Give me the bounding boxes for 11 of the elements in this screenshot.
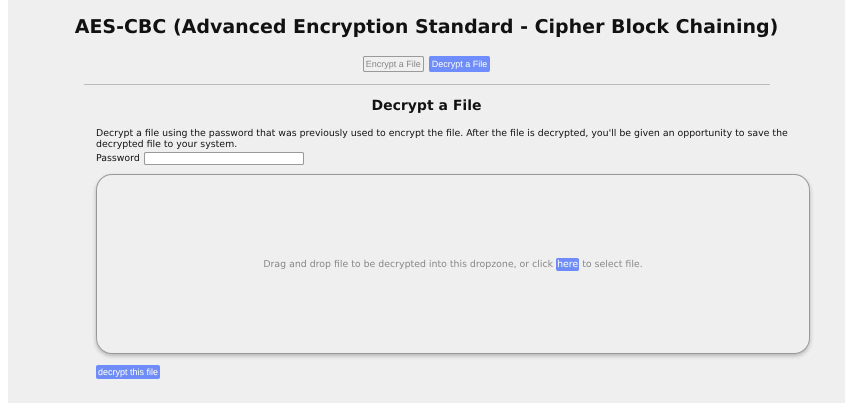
tab[interactable]: Encrypt a File <box>362 56 424 72</box>
decrypt-button[interactable]: decrypt this file <box>96 365 160 379</box>
dropzone[interactable]: Drag and drop file to be decrypted into this dropzone, or click here to select file. <box>96 174 810 354</box>
section-heading: Decrypt a File <box>371 98 482 114</box>
tab[interactable]: Decrypt a File <box>428 56 490 72</box>
page-title: AES-CBC (Advanced Encryption Standard - Cipher Block Chaining) <box>74 16 778 38</box>
password-label: Password <box>96 153 140 164</box>
password-field[interactable] <box>144 152 304 165</box>
description-text: Decrypt a file using the password that was previously used to encrypt the file. After the file is decrypted, you'll be given an opportunity to save the decrypted file to your system. <box>96 128 789 150</box>
select-file-link[interactable]: here <box>556 258 580 270</box>
dropzone-text: Drag and drop file to be decrypted into this dropzone, or click here to select file. <box>263 258 643 270</box>
